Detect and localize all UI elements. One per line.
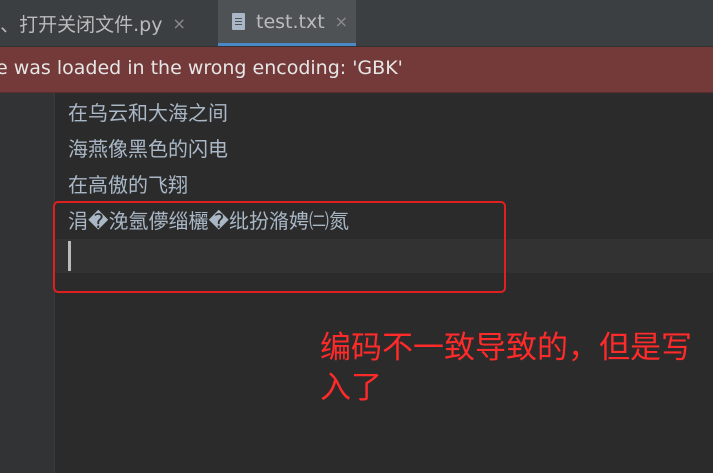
encoding-warning-text: e was loaded in the wrong encoding: 'GBK… xyxy=(0,57,403,79)
encoding-warning-banner: e was loaded in the wrong encoding: 'GBK… xyxy=(0,47,713,93)
line-gutter[interactable] xyxy=(0,93,55,473)
annotation-highlight-box xyxy=(53,201,506,293)
editor-tab-bar: 1、打开关闭文件.py × test.txt × xyxy=(0,0,713,47)
tab-label: test.txt xyxy=(256,10,325,33)
text-file-icon xyxy=(232,13,245,30)
editor-line[interactable]: 在乌云和大海之间 xyxy=(68,95,228,131)
tab-python-file[interactable]: 1、打开关闭文件.py × xyxy=(0,0,218,46)
close-icon[interactable]: × xyxy=(335,12,348,31)
editor-line[interactable]: 在高傲的飞翔 xyxy=(68,167,188,203)
annotation-note: 编码不一致导致的，但是写入了 xyxy=(320,330,692,406)
editor-line[interactable]: 海燕像黑色的闪电 xyxy=(68,131,228,167)
tab-label: 1、打开关闭文件.py xyxy=(0,13,163,36)
tab-test-txt[interactable]: test.txt × xyxy=(218,0,356,46)
close-icon[interactable]: × xyxy=(172,14,185,33)
